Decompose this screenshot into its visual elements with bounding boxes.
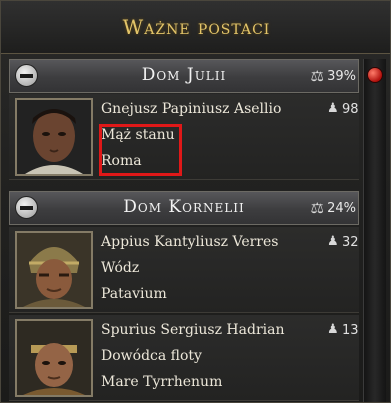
bust-icon: ♟ — [327, 322, 339, 337]
house-influence-percent: 39% — [327, 69, 356, 84]
character-name: Spurius Sergiusz Hadrian — [101, 322, 285, 338]
character-location: Patavium — [101, 286, 167, 302]
character-portrait — [15, 98, 93, 176]
character-name: Gnejusz Papiniusz Asellio — [101, 101, 282, 117]
highlight-box — [99, 124, 182, 176]
character-value: 32 — [342, 235, 359, 250]
scales-icon: ⚖ — [310, 199, 324, 217]
important-characters-panel: Ważne postaci Dom Julii ⚖ 39% Gnejusz Pa… — [0, 0, 391, 403]
character-row[interactable]: Gnejusz Papiniusz Asellio Mąż stanu Roma… — [9, 94, 359, 180]
house-name: Dom Kornelii — [123, 197, 245, 217]
character-portrait — [15, 231, 93, 309]
character-portrait — [15, 319, 93, 397]
character-location: Mare Tyrrhenum — [101, 374, 223, 390]
scroll-knob[interactable] — [367, 67, 383, 83]
scales-icon: ⚖ — [310, 67, 324, 85]
bust-icon: ♟ — [327, 101, 339, 116]
character-role: Wódz — [101, 260, 140, 276]
panel-title: Ważne postaci — [122, 15, 271, 39]
house-name: Dom Julii — [141, 65, 227, 85]
character-role: Dowódca floty — [101, 348, 202, 364]
character-value: 98 — [342, 102, 359, 117]
house-influence-percent: 24% — [327, 201, 356, 216]
character-value: 13 — [342, 323, 359, 338]
character-list: Dom Julii ⚖ 39% Gnejusz Papiniusz Aselli… — [9, 59, 359, 402]
scrollbar[interactable] — [363, 59, 386, 402]
panel-title-bar: Ważne postaci — [1, 1, 390, 54]
bust-icon: ♟ — [327, 234, 339, 249]
house-header-kornelii[interactable]: Dom Kornelii ⚖ 24% — [9, 191, 359, 225]
character-row[interactable]: Spurius Sergiusz Hadrian Dowódca floty M… — [9, 315, 359, 401]
house-header-julii[interactable]: Dom Julii ⚖ 39% — [9, 59, 359, 93]
character-name: Appius Kantyliusz Verres — [101, 234, 279, 250]
character-row[interactable]: Appius Kantyliusz Verres Wódz Patavium ♟… — [9, 227, 359, 313]
